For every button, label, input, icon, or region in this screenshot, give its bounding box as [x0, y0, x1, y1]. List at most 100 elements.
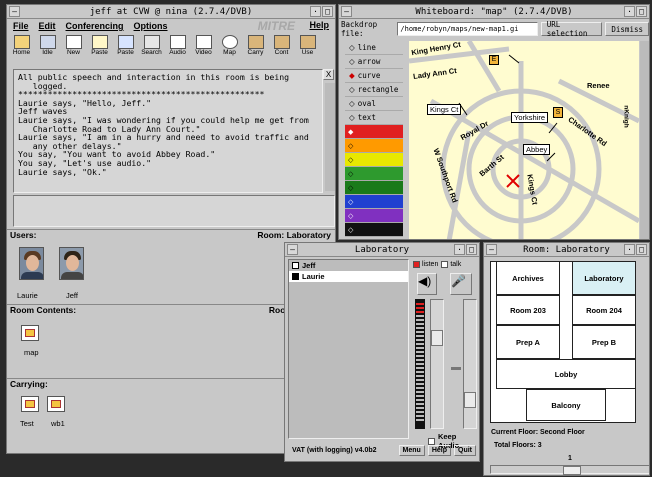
- color-yellow[interactable]: ◇: [345, 153, 403, 167]
- user-name-jeff: Jeff: [66, 291, 78, 300]
- room-203[interactable]: Room 203: [496, 295, 560, 325]
- map-button[interactable]: Map: [218, 35, 241, 61]
- tool-line[interactable]: ◇ line: [345, 41, 403, 55]
- minimize-icon[interactable]: ·: [624, 244, 635, 255]
- map-marker-e[interactable]: E: [489, 55, 499, 65]
- listen-indicator-icon: [413, 260, 420, 268]
- paste-text-icon: [91, 35, 108, 49]
- audio-user-laurie[interactable]: Laurie: [289, 271, 408, 282]
- room-prep-b[interactable]: Prep B: [572, 325, 636, 359]
- idle-button[interactable]: Idle: [36, 35, 59, 61]
- whiteboard-scrollbar[interactable]: [640, 41, 649, 239]
- carry-button[interactable]: Carry: [244, 35, 267, 61]
- minimize-icon[interactable]: ·: [624, 6, 635, 17]
- map-marker-s[interactable]: S: [553, 107, 563, 118]
- listen-talk-toggles: listen talk: [413, 259, 461, 269]
- tool-rectangle[interactable]: ◇ rectangle: [345, 83, 403, 97]
- backdrop-file-input[interactable]: /home/robyn/maps/new-map1.gi: [397, 22, 538, 36]
- maximize-icon[interactable]: □: [466, 244, 477, 255]
- paste-text-button[interactable]: Paste: [88, 35, 111, 61]
- quit-button[interactable]: Quit: [454, 444, 476, 456]
- microphone-icon[interactable]: 🎤: [450, 273, 472, 295]
- lab-title-bar[interactable]: – Laboratory · □: [285, 243, 479, 257]
- chat-input[interactable]: [13, 195, 335, 227]
- speaker-icon[interactable]: ◀): [417, 273, 437, 295]
- menu-button[interactable]: Menu: [398, 444, 425, 456]
- talk-toggle[interactable]: talk: [441, 259, 461, 269]
- whiteboard-canvas[interactable]: King Henry Ct Lady Ann Ct E Kings Ct Yor…: [409, 41, 639, 239]
- mic-level-tick: [451, 367, 461, 370]
- maximize-icon[interactable]: □: [636, 244, 647, 255]
- color-black[interactable]: ◇: [345, 223, 403, 237]
- listen-toggle[interactable]: listen: [413, 259, 438, 269]
- tool-text[interactable]: ◇ text: [345, 111, 403, 125]
- tool-curve[interactable]: ◆ curve: [345, 69, 403, 83]
- avatar-laurie[interactable]: [19, 247, 44, 280]
- audio-button[interactable]: Audio: [166, 35, 189, 61]
- color-red[interactable]: ◆: [345, 125, 403, 139]
- room-balcony[interactable]: Balcony: [526, 389, 606, 421]
- menu-options[interactable]: Options: [134, 21, 168, 31]
- avatar-jeff[interactable]: [59, 247, 84, 280]
- room-archives[interactable]: Archives: [496, 261, 560, 295]
- test-object-icon[interactable]: [21, 396, 39, 412]
- room-prep-a[interactable]: Prep A: [496, 325, 560, 359]
- window-menu-icon[interactable]: –: [341, 6, 352, 17]
- idle-icon: [39, 35, 56, 49]
- talk-indicator-icon: [441, 260, 449, 268]
- menu-conferencing[interactable]: Conferencing: [66, 21, 124, 31]
- audio-user-jeff[interactable]: Jeff: [289, 260, 408, 271]
- color-blue[interactable]: ◇: [345, 195, 403, 209]
- color-purple[interactable]: ◇: [345, 209, 403, 223]
- audio-user-list: Jeff Laurie: [288, 259, 409, 439]
- diamond-icon: ◇: [349, 113, 355, 122]
- minimize-icon[interactable]: ·: [310, 6, 321, 17]
- toolbar: Home Idle New Paste Paste Search Audio V…: [7, 33, 335, 63]
- chat-close-button[interactable]: X: [323, 69, 334, 80]
- tool-arrow[interactable]: ◇ arrow: [345, 55, 403, 69]
- help-button[interactable]: Help: [427, 444, 451, 456]
- window-menu-icon[interactable]: –: [486, 244, 497, 255]
- color-dark-green[interactable]: ◇: [345, 181, 403, 195]
- room-lobby[interactable]: Lobby: [496, 359, 636, 389]
- main-title-bar[interactable]: – jeff at CVW @ nina (2.7.4/DVB) · □: [7, 5, 335, 19]
- map-object-icon[interactable]: [21, 325, 39, 341]
- new-button[interactable]: New: [62, 35, 85, 61]
- cont-button[interactable]: Cont: [270, 35, 293, 61]
- menu-file[interactable]: File: [13, 21, 29, 31]
- home-button[interactable]: Home: [10, 35, 33, 61]
- color-green[interactable]: ◇: [345, 167, 403, 181]
- use-button[interactable]: Use: [296, 35, 319, 61]
- minimize-icon[interactable]: ·: [454, 244, 465, 255]
- tool-oval[interactable]: ◇ oval: [345, 97, 403, 111]
- lab-footer: VAT (with logging) v4.0b2 Menu Help Quit: [288, 443, 476, 457]
- room-204[interactable]: Room 204: [572, 295, 636, 325]
- video-button[interactable]: Video: [192, 35, 215, 61]
- window-menu-icon[interactable]: –: [287, 244, 298, 255]
- url-selection-button[interactable]: URL selection: [540, 20, 603, 38]
- whiteboard-title-bar[interactable]: – Whiteboard: "map" (2.7.4/DVB) · □: [339, 5, 649, 19]
- paste-url-button[interactable]: Paste: [114, 35, 137, 61]
- menu-bar: File Edit Conferencing Options MITRE Hel…: [7, 19, 335, 33]
- window-menu-icon[interactable]: –: [9, 6, 20, 17]
- search-button[interactable]: Search: [140, 35, 163, 61]
- room-laboratory[interactable]: Laboratory: [572, 261, 636, 295]
- menu-help[interactable]: Help: [309, 20, 329, 30]
- floor-slider[interactable]: [490, 465, 649, 475]
- room-title-bar[interactable]: – Room: Laboratory · □: [484, 243, 649, 257]
- wb1-object-icon[interactable]: [47, 396, 65, 412]
- dismiss-button[interactable]: Dismiss: [605, 22, 649, 36]
- diamond-icon: ◇: [348, 199, 354, 206]
- maximize-icon[interactable]: □: [636, 6, 647, 17]
- speaker-volume-slider[interactable]: [430, 299, 444, 429]
- chat-scrollbar[interactable]: [325, 83, 335, 191]
- slider-thumb[interactable]: [464, 392, 476, 408]
- menu-edit[interactable]: Edit: [39, 21, 56, 31]
- tool-palette: ◇ line ◇ arrow ◆ curve ◇ rectangle ◇ oval ◇ te…: [345, 41, 403, 239]
- slider-thumb[interactable]: [563, 466, 581, 475]
- diamond-icon: ◇: [348, 171, 354, 178]
- maximize-icon[interactable]: □: [322, 6, 333, 17]
- mic-gain-slider[interactable]: [463, 299, 477, 429]
- slider-thumb[interactable]: [431, 330, 443, 346]
- color-orange[interactable]: ◇: [345, 139, 403, 153]
